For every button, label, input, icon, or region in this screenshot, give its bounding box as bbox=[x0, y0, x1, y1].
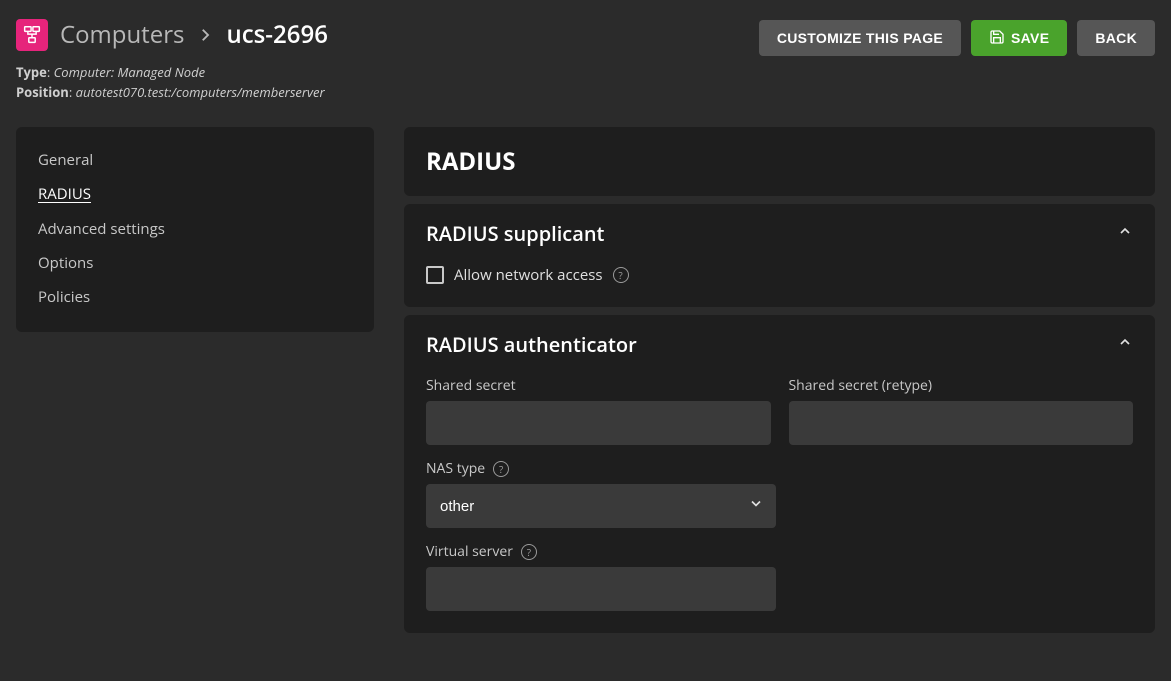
virtual-server-label-text: Virtual server bbox=[426, 542, 513, 561]
nas-type-label-text: NAS type bbox=[426, 459, 485, 478]
allow-network-access-label: Allow network access bbox=[454, 265, 603, 285]
header-left: Computers ucs-2696 Type: Computer: Manag… bbox=[16, 18, 328, 103]
page-header: Computers ucs-2696 Type: Computer: Manag… bbox=[0, 0, 1171, 103]
back-button[interactable]: BACK bbox=[1077, 20, 1155, 56]
save-label: SAVE bbox=[1011, 30, 1049, 46]
meta-type-label: Type bbox=[16, 63, 47, 81]
computers-icon bbox=[16, 19, 48, 51]
shared-secret-input[interactable] bbox=[426, 401, 771, 445]
page-title-panel: RADIUS bbox=[404, 127, 1155, 196]
save-icon bbox=[989, 29, 1005, 48]
breadcrumb-current: ucs-2696 bbox=[226, 18, 327, 51]
section-authenticator: RADIUS authenticator Shared secret Share… bbox=[404, 315, 1155, 633]
section-authenticator-title: RADIUS authenticator bbox=[426, 331, 637, 358]
nas-type-label: NAS type ? bbox=[426, 459, 776, 478]
sidebar-item-options[interactable]: Options bbox=[38, 246, 352, 280]
shared-secret-retype-field: Shared secret (retype) bbox=[789, 376, 1134, 445]
sidebar-item-advanced-settings[interactable]: Advanced settings bbox=[38, 212, 352, 246]
section-supplicant-title: RADIUS supplicant bbox=[426, 220, 604, 247]
main-content: RADIUS RADIUS supplicant Allow network a… bbox=[404, 127, 1155, 637]
meta-position-label: Position bbox=[16, 83, 69, 101]
chevron-right-icon bbox=[196, 26, 214, 44]
section-supplicant: RADIUS supplicant Allow network access ? bbox=[404, 204, 1155, 307]
virtual-server-label: Virtual server ? bbox=[426, 542, 776, 561]
meta-position: Position: autotest070.test:/computers/me… bbox=[16, 83, 328, 101]
chevron-up-icon bbox=[1117, 334, 1133, 355]
shared-secret-field: Shared secret bbox=[426, 376, 771, 445]
section-authenticator-header[interactable]: RADIUS authenticator bbox=[426, 331, 1133, 358]
sidebar-item-radius[interactable]: RADIUS bbox=[38, 177, 352, 211]
section-supplicant-header[interactable]: RADIUS supplicant bbox=[426, 220, 1133, 247]
header-actions: CUSTOMIZE THIS PAGE SAVE BACK bbox=[759, 18, 1155, 56]
main-layout: General RADIUS Advanced settings Options… bbox=[0, 103, 1171, 653]
save-button[interactable]: SAVE bbox=[971, 20, 1067, 56]
meta-type-value: Computer: Managed Node bbox=[54, 63, 205, 81]
shared-secret-retype-label: Shared secret (retype) bbox=[789, 376, 1134, 395]
allow-network-access-row: Allow network access ? bbox=[426, 265, 1133, 285]
shared-secret-grid: Shared secret Shared secret (retype) bbox=[426, 376, 1133, 445]
meta-position-value: autotest070.test:/computers/memberserver bbox=[76, 83, 325, 101]
section-authenticator-body: Shared secret Shared secret (retype) NAS… bbox=[426, 376, 1133, 611]
allow-network-access-checkbox[interactable] bbox=[426, 266, 444, 284]
chevron-up-icon bbox=[1117, 223, 1133, 244]
nas-type-field: NAS type ? bbox=[426, 459, 776, 528]
customize-page-button[interactable]: CUSTOMIZE THIS PAGE bbox=[759, 20, 961, 56]
nas-type-select[interactable] bbox=[426, 484, 776, 528]
sidebar-item-policies[interactable]: Policies bbox=[38, 280, 352, 314]
help-icon[interactable]: ? bbox=[613, 267, 629, 283]
virtual-server-field: Virtual server ? bbox=[426, 542, 776, 611]
breadcrumb: Computers ucs-2696 bbox=[16, 18, 328, 51]
virtual-server-input[interactable] bbox=[426, 567, 776, 611]
sidebar-nav: General RADIUS Advanced settings Options… bbox=[16, 127, 374, 332]
nas-type-select-wrap bbox=[426, 484, 776, 528]
page-title: RADIUS bbox=[426, 145, 1133, 178]
sidebar-item-general[interactable]: General bbox=[38, 143, 352, 177]
help-icon[interactable]: ? bbox=[493, 461, 509, 477]
breadcrumb-root[interactable]: Computers bbox=[60, 18, 184, 51]
shared-secret-retype-input[interactable] bbox=[789, 401, 1134, 445]
customize-page-label: CUSTOMIZE THIS PAGE bbox=[777, 30, 943, 46]
section-supplicant-body: Allow network access ? bbox=[426, 265, 1133, 285]
meta-type: Type: Computer: Managed Node bbox=[16, 63, 328, 81]
back-label: BACK bbox=[1095, 30, 1137, 46]
help-icon[interactable]: ? bbox=[521, 544, 537, 560]
object-meta: Type: Computer: Managed Node Position: a… bbox=[16, 63, 328, 103]
shared-secret-label: Shared secret bbox=[426, 376, 771, 395]
